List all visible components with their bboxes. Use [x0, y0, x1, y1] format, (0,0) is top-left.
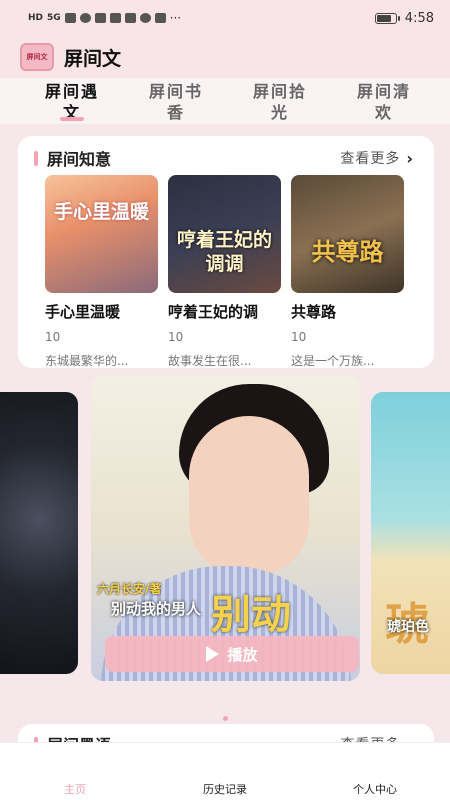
nav-home[interactable]: 主页: [0, 743, 150, 800]
status-bar: HD 5G ··· 4:58: [0, 0, 450, 36]
bottom-navigation: 主页 历史记录 个人中心: [0, 742, 450, 800]
tab-pingjian-yuwen[interactable]: 屏间遇文: [20, 78, 124, 124]
book-card[interactable]: 共尊路 共尊路 10 这是一个万族...: [291, 175, 404, 369]
view-more-link[interactable]: 查看更多 ›: [340, 148, 414, 168]
play-label: 播放: [227, 645, 258, 664]
nav-label: 主页: [64, 783, 86, 796]
cover-text: 手心里温暖: [53, 201, 149, 223]
book-count: 10: [291, 330, 307, 344]
book-card[interactable]: 手心里温暖 手心里温暖 10 东城最繁华的...: [45, 175, 158, 369]
tab-pingjian-qinghuan[interactable]: 屏间清欢: [332, 78, 436, 124]
section-title: 屏间知意: [34, 146, 111, 170]
nav-profile[interactable]: 个人中心: [300, 743, 450, 800]
carousel-slide-current[interactable]: 六月长安/著 别动 别动我的男人 播放: [91, 376, 360, 681]
book-cover[interactable]: 哼着王妃的调调: [168, 175, 281, 293]
slide-title: 琥珀色: [387, 619, 429, 635]
book-title: 手心里温暖: [45, 303, 121, 321]
app-bar: 屏间文 屏间文: [0, 36, 450, 78]
camera-icon: [139, 13, 151, 23]
book-cover[interactable]: 共尊路: [291, 175, 404, 293]
app-logo: 屏间文: [20, 43, 54, 71]
carousel-dot: [222, 716, 228, 721]
book-card[interactable]: 哼着王妃的调调 哼着王妃的调 10 故事发生在很...: [168, 175, 281, 369]
audio-carousel[interactable]: 六月长安/著 别动 别动我的男人 播放 琥 琥珀色: [0, 376, 450, 682]
clock: 4:58: [404, 10, 434, 26]
wifi-icon: [79, 13, 91, 23]
book-title: 共尊路: [291, 303, 337, 321]
section-title-text: 屏间知意: [47, 150, 112, 169]
book-description: 这是一个万族...: [291, 354, 375, 368]
book-section: 屏间知意 查看更多 › 手心里温暖 手心里温暖 10 东城最繁华的... 哼着王…: [18, 136, 434, 368]
notification-icon: [94, 13, 106, 23]
more-notifications-icon: ···: [169, 11, 182, 25]
book-count: 10: [45, 330, 61, 344]
book-description: 东城最繁华的...: [45, 354, 129, 368]
signal-icon: [64, 13, 76, 23]
logo-text: 屏间文: [26, 53, 48, 61]
slide-title: 别动我的男人: [111, 600, 202, 618]
nav-label: 历史记录: [203, 783, 247, 796]
view-more-label: 查看更多: [340, 151, 401, 167]
carousel-indicator: [0, 716, 450, 721]
book-title: 哼着王妃的调: [168, 303, 259, 321]
nav-history[interactable]: 历史记录: [150, 743, 300, 800]
shield-icon: [154, 13, 166, 23]
message-icon: [109, 13, 121, 23]
section-header: 屏间知意 查看更多 ›: [18, 136, 434, 170]
chevron-right-icon: ›: [406, 148, 414, 168]
status-icons: HD 5G ···: [28, 11, 181, 25]
book-description: 故事发生在很...: [168, 354, 252, 368]
mail-icon: [124, 13, 136, 23]
category-tabs: 屏间遇文 屏间书香 屏间拾光 屏间清欢: [0, 78, 450, 124]
book-cover[interactable]: 手心里温暖: [45, 175, 158, 293]
tab-active-indicator: [60, 117, 84, 121]
app-title: 屏间文: [64, 47, 122, 70]
cover-text: 哼着王妃的调调: [176, 229, 272, 275]
tab-label: 屏间清欢: [356, 82, 411, 122]
network-type-label: HD: [28, 13, 44, 23]
play-button[interactable]: 播放: [105, 636, 359, 672]
signal-label: 5G: [47, 13, 61, 23]
tab-label: 屏间书香: [148, 82, 203, 122]
book-list: 手心里温暖 手心里温暖 10 东城最繁华的... 哼着王妃的调调 哼着王妃的调 …: [18, 175, 434, 369]
tab-label: 屏间拾光: [252, 82, 307, 122]
carousel-slide-next[interactable]: 琥 琥珀色: [371, 392, 450, 674]
tab-pingjian-shuxiang[interactable]: 屏间书香: [124, 78, 228, 124]
play-icon: [206, 646, 220, 662]
slide-cover-text: 别动: [211, 592, 291, 638]
slide-author: 六月长安/著: [97, 582, 162, 596]
carousel-slide-prev[interactable]: [0, 392, 78, 674]
section-accent-bar: [34, 150, 38, 166]
tab-pingjian-shiguang[interactable]: 屏间拾光: [228, 78, 332, 124]
nav-label: 个人中心: [353, 783, 397, 796]
book-count: 10: [168, 330, 184, 344]
battery-icon: [374, 12, 400, 24]
cover-text: 共尊路: [311, 238, 384, 266]
cover-art-face: [189, 416, 309, 576]
